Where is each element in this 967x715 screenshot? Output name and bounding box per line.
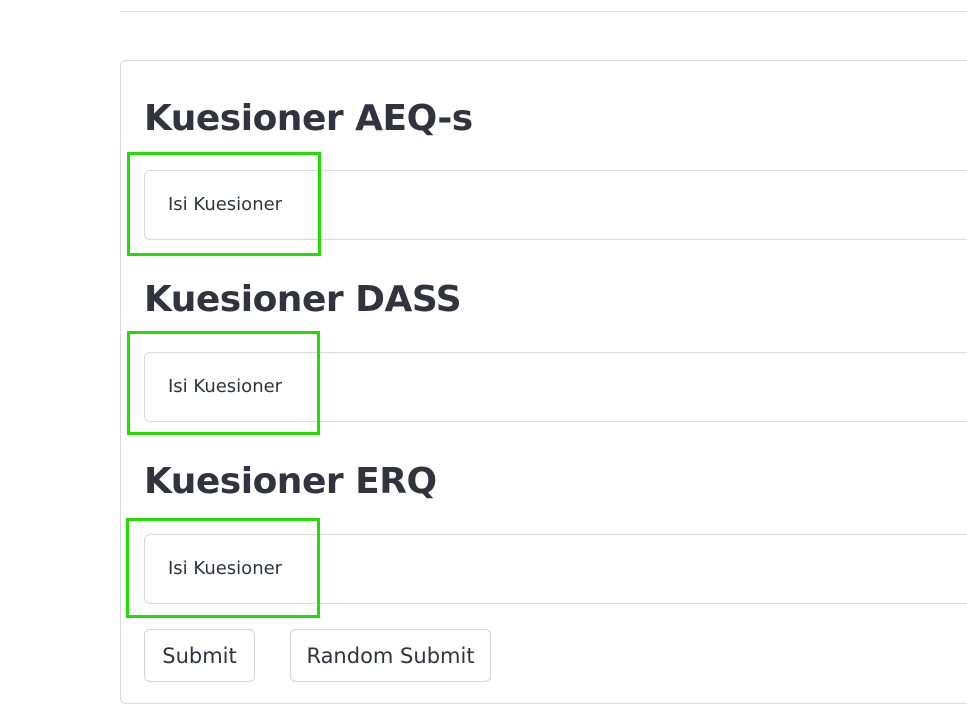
expander-label: Isi Kuesioner	[168, 558, 283, 579]
expander-label: Isi Kuesioner	[168, 376, 283, 397]
random-submit-button[interactable]: Random Submit	[290, 629, 491, 682]
expander-label: Isi Kuesioner	[168, 194, 283, 215]
submit-button[interactable]: Submit	[144, 629, 255, 682]
section-title-dass: Kuesioner DASS	[144, 279, 462, 320]
top-divider	[120, 11, 967, 12]
section-title-erq: Kuesioner ERQ	[144, 461, 437, 502]
expander-aeq-s[interactable]: Isi Kuesioner	[144, 170, 967, 240]
expander-dass[interactable]: Isi Kuesioner	[144, 352, 967, 422]
section-title-aeq-s: Kuesioner AEQ-s	[144, 98, 473, 139]
expander-erq[interactable]: Isi Kuesioner	[144, 534, 967, 604]
